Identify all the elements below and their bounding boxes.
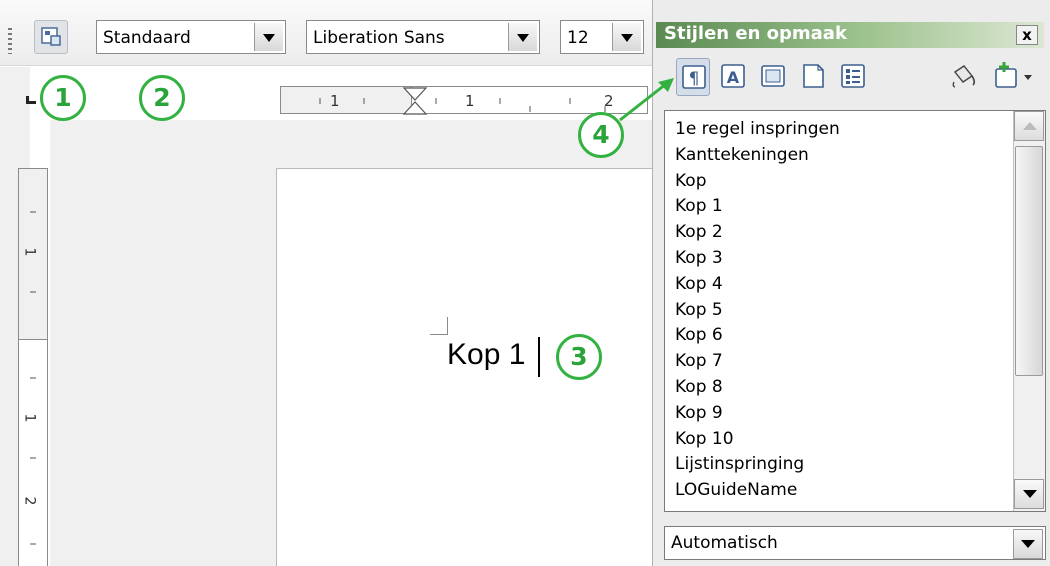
callout-2: 2 <box>139 75 185 121</box>
vertical-ruler-ticks <box>30 211 36 545</box>
text-cursor <box>538 337 540 377</box>
styles-and-formatting-button[interactable] <box>34 20 68 54</box>
chevron-down-icon[interactable] <box>508 23 537 51</box>
page-styles-icon[interactable] <box>796 58 830 96</box>
svg-text:¶: ¶ <box>689 69 700 89</box>
style-list[interactable]: 1e regel inspringen Kanttekeningen Kop K… <box>664 110 1046 512</box>
font-size-combo[interactable]: 12 <box>560 20 644 54</box>
paragraph-style-value: Standaard <box>103 28 191 48</box>
callout-3: 3 <box>556 334 602 380</box>
font-name-value: Liberation Sans <box>313 28 445 48</box>
list-item[interactable]: Kop 7 <box>675 349 840 375</box>
font-name-combo[interactable]: Liberation Sans <box>306 20 540 54</box>
list-item[interactable]: Kop 8 <box>675 375 840 401</box>
list-item[interactable]: Kop 6 <box>675 323 840 349</box>
list-item[interactable]: LOGuideName <box>675 478 840 504</box>
horizontal-ruler-ticks <box>319 98 606 112</box>
ruler-tick-label: 2 <box>21 496 38 506</box>
list-item[interactable]: Kop 3 <box>675 246 840 272</box>
chevron-down-icon[interactable] <box>612 23 641 51</box>
list-styles-icon[interactable] <box>836 58 870 96</box>
list-item[interactable]: Kop 2 <box>675 220 840 246</box>
toolbar-grip[interactable] <box>8 28 12 54</box>
chevron-down-icon[interactable] <box>1013 529 1043 559</box>
character-styles-icon[interactable]: A <box>716 58 750 96</box>
new-style-icon[interactable] <box>990 58 1038 96</box>
text-boundary-mark <box>430 317 448 335</box>
list-item[interactable]: Kanttekeningen <box>675 143 840 169</box>
ruler-tick-label: 1 <box>21 247 38 257</box>
list-item[interactable]: Kop <box>675 169 840 195</box>
close-icon[interactable]: x <box>1016 25 1038 45</box>
fill-format-icon[interactable] <box>946 58 980 96</box>
callout-1: 1 <box>40 75 86 121</box>
scroll-up-icon[interactable] <box>1014 111 1044 141</box>
list-item[interactable]: Kop 10 <box>675 427 840 453</box>
scrollbar-thumb[interactable] <box>1015 146 1043 376</box>
heading-text[interactable]: Kop 1 <box>447 338 525 372</box>
list-item[interactable]: Kop 5 <box>675 298 840 324</box>
list-item[interactable]: Kop 4 <box>675 272 840 298</box>
list-item[interactable]: 1e regel inspringen <box>675 117 840 143</box>
style-filter-select[interactable]: Automatisch <box>664 526 1046 560</box>
font-size-value: 12 <box>567 28 589 48</box>
list-item[interactable]: Kop 1 <box>675 194 840 220</box>
panel-title-bar: Stijlen en opmaak x <box>656 22 1044 48</box>
styles-icon <box>41 27 61 46</box>
paragraph-style-combo[interactable]: Standaard <box>96 20 286 54</box>
list-item[interactable]: Lijstinspringing <box>675 452 840 478</box>
indent-marker-icon[interactable] <box>400 86 430 116</box>
paragraph-styles-icon[interactable]: ¶ <box>676 58 710 96</box>
tab-stop-selector[interactable] <box>26 96 36 104</box>
style-list-items: 1e regel inspringen Kanttekeningen Kop K… <box>675 117 840 504</box>
frame-styles-icon[interactable] <box>756 58 790 96</box>
chevron-down-icon[interactable] <box>254 23 283 51</box>
list-item[interactable]: Kop 9 <box>675 401 840 427</box>
svg-text:A: A <box>727 68 740 87</box>
ruler-tick-label: 1 <box>21 413 38 423</box>
style-filter-value: Automatisch <box>671 533 778 553</box>
scroll-down-icon[interactable] <box>1014 479 1044 509</box>
panel-title: Stijlen en opmaak <box>664 23 847 44</box>
